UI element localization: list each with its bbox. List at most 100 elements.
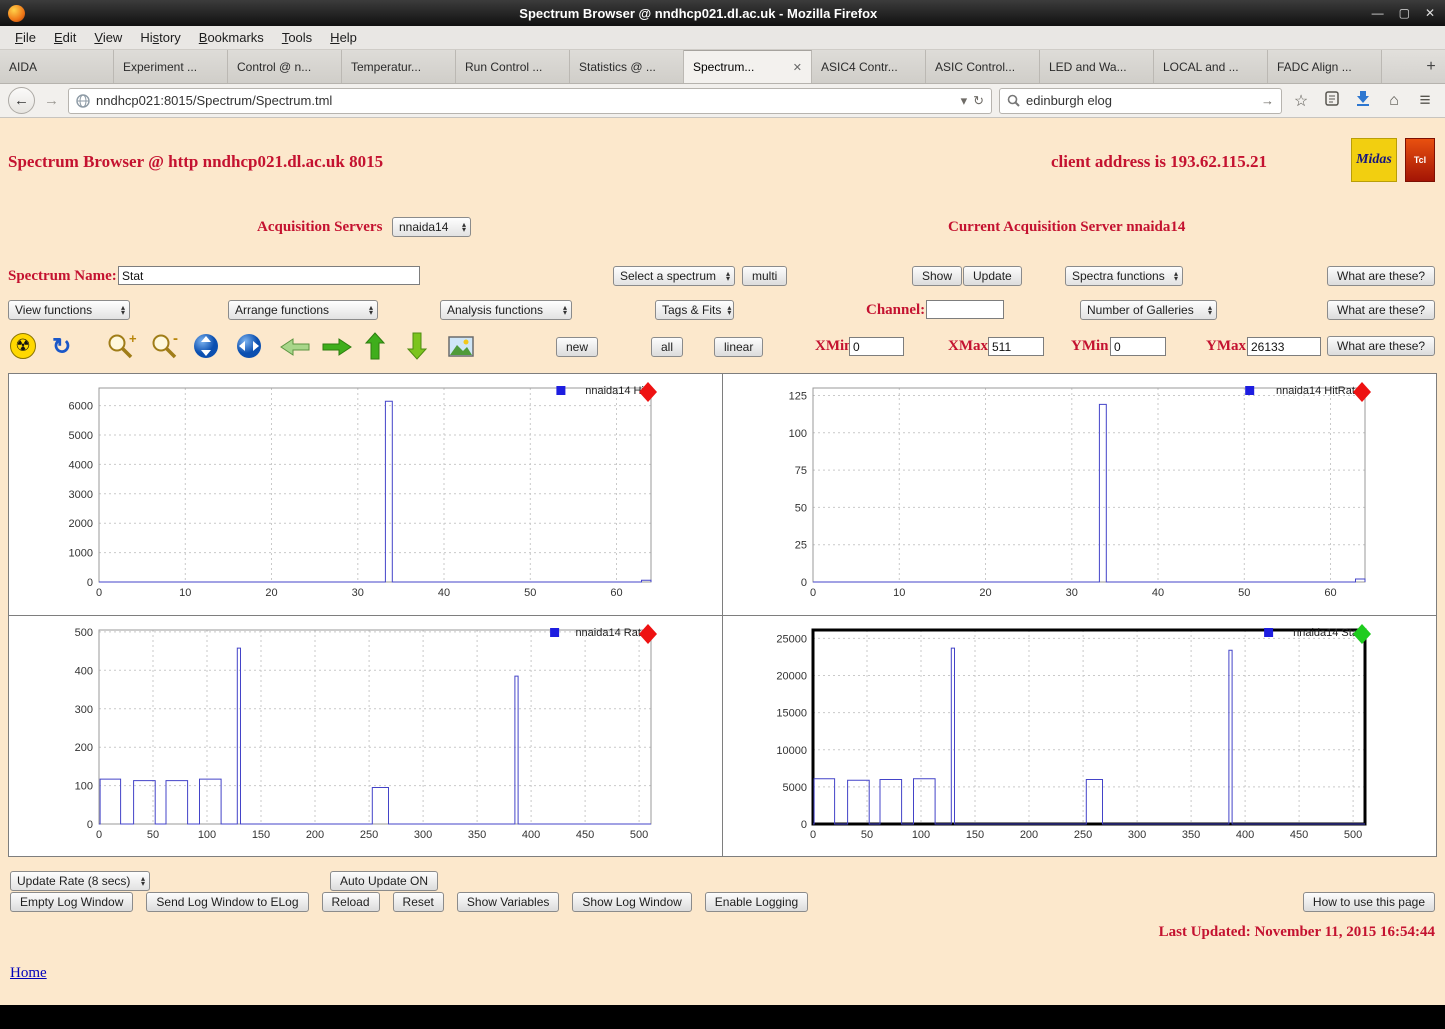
menu-edit[interactable]: Edit	[45, 27, 85, 48]
search-bar[interactable]: →	[999, 87, 1282, 114]
menu-file[interactable]: File	[6, 27, 45, 48]
spectrum-plot-hit[interactable]: 0 1000 2000 3000 4000 5000 6000 0 10 20 30 40 50 60 nn…	[11, 376, 661, 610]
tab-control-n[interactable]: Control @ n...	[228, 50, 342, 83]
what-are-these-button-2[interactable]: What are these?	[1327, 300, 1436, 320]
show-variables-button[interactable]: Show Variables	[456, 892, 560, 912]
unzoom-x-icon[interactable]	[236, 333, 262, 359]
tab-spectrum[interactable]: Spectrum... ✕	[684, 50, 812, 83]
empty-log-window-button[interactable]: Empty Log Window	[10, 892, 134, 912]
spectra-functions-select[interactable]: Spectra functions ▴ ▾	[1065, 266, 1183, 286]
hamburger-menu-icon[interactable]: ≡	[1413, 90, 1437, 112]
pan-up-icon[interactable]	[364, 331, 386, 361]
view-functions-value: View functions	[15, 303, 93, 317]
arrange-functions-select[interactable]: Arrange functions ▴ ▾	[228, 300, 378, 320]
ymax-input[interactable]	[1247, 337, 1321, 356]
spectrum-plot-stat[interactable]: 0 5000 10000 15000 20000 25000 0 50 100 150 200 250…	[725, 618, 1375, 852]
url-bar[interactable]: ▾ ↻	[68, 87, 992, 114]
x-tick-label: 100	[198, 829, 216, 841]
auto-update-button[interactable]: Auto Update ON	[330, 871, 439, 891]
update-rate-select[interactable]: Update Rate (8 secs) ▴ ▾	[10, 871, 150, 891]
enable-logging-button[interactable]: Enable Logging	[704, 892, 809, 912]
tab-temperatur[interactable]: Temperatur...	[342, 50, 456, 83]
tab-close-icon[interactable]: ✕	[793, 61, 802, 74]
tab-label: LED and Wa...	[1049, 59, 1127, 74]
window-close-button[interactable]: ✕	[1425, 6, 1435, 20]
tab-asic4-contr[interactable]: ASIC4 Contr...	[812, 50, 926, 83]
menu-help[interactable]: Help	[321, 27, 366, 48]
radiation-icon[interactable]: ☢	[10, 333, 36, 359]
tab-local-and[interactable]: LOCAL and ...	[1154, 50, 1268, 83]
spectrum-plot-hitrate[interactable]: 0 25 50 75 100 125 0 10 20 30 40 50 60 nnaida14 HitRa…	[725, 376, 1375, 610]
select-a-spectrum-select[interactable]: Select a spectrum ▴ ▾	[613, 266, 735, 286]
spectrum-panel-stat[interactable]: 0 5000 10000 15000 20000 25000 0 50 100 150 200 250…	[723, 615, 1436, 856]
tab-led-and-wa[interactable]: LED and Wa...	[1040, 50, 1154, 83]
gallery-image-icon[interactable]	[448, 336, 474, 357]
what-are-these-button-1[interactable]: What are these?	[1327, 266, 1436, 286]
zoom-out-icon[interactable]: -	[150, 332, 182, 360]
linear-button[interactable]: linear	[714, 337, 764, 357]
analysis-functions-select[interactable]: Analysis functions ▴ ▾	[440, 300, 572, 320]
tab-statistics[interactable]: Statistics @ ...	[570, 50, 684, 83]
tab-experiment[interactable]: Experiment ...	[114, 50, 228, 83]
spectrum-plot-rate[interactable]: 0 100 200 300 400 500 0 50 100 150 200 250 300 350 400…	[11, 618, 661, 852]
url-input[interactable]	[96, 93, 955, 108]
new-tab-button[interactable]: +	[1417, 50, 1445, 83]
home-icon[interactable]: ⌂	[1382, 92, 1406, 110]
back-button[interactable]: ←	[8, 87, 35, 114]
view-functions-select[interactable]: View functions ▴ ▾	[8, 300, 130, 320]
multi-button[interactable]: multi	[742, 266, 788, 286]
acquisition-server-select[interactable]: nnaida14 ▴ ▾	[392, 217, 471, 237]
tags-fits-select[interactable]: Tags & Fits ▴ ▾	[655, 300, 734, 320]
menu-view[interactable]: View	[85, 27, 131, 48]
spectrum-trace	[813, 647, 1365, 824]
all-button[interactable]: all	[651, 337, 684, 357]
home-link[interactable]: Home	[10, 965, 47, 982]
menu-bookmarks[interactable]: Bookmarks	[190, 27, 273, 48]
new-button[interactable]: new	[556, 337, 599, 357]
zoom-in-icon[interactable]: +	[106, 332, 138, 360]
tab-asic-control[interactable]: ASIC Control...	[926, 50, 1040, 83]
tab-fadc-align[interactable]: FADC Align ...	[1268, 50, 1382, 83]
send-log-window-to-elog-button[interactable]: Send Log Window to ELog	[146, 892, 309, 912]
show-log-window-button[interactable]: Show Log Window	[572, 892, 692, 912]
number-of-galleries-select[interactable]: Number of Galleries ▴ ▾	[1080, 300, 1217, 320]
arrange-functions-value: Arrange functions	[235, 303, 330, 317]
reload-icon[interactable]: ↻	[973, 93, 984, 109]
x-tick-label: 100	[912, 829, 930, 841]
search-input[interactable]	[1026, 93, 1255, 108]
bookmarks-menu-icon[interactable]	[1320, 90, 1344, 111]
show-button[interactable]: Show	[912, 266, 963, 286]
tab-label: ASIC4 Contr...	[821, 59, 898, 74]
x-tick-label: 150	[252, 829, 270, 841]
pan-left-icon[interactable]	[279, 337, 311, 357]
menu-history[interactable]: History	[131, 27, 189, 48]
spectrum-panel-hit[interactable]: 0 1000 2000 3000 4000 5000 6000 0 10 20 30 40 50 60 nn…	[9, 374, 722, 615]
window-maximize-button[interactable]: ▢	[1399, 6, 1410, 20]
tab-run-control[interactable]: Run Control ...	[456, 50, 570, 83]
xmax-input[interactable]	[988, 337, 1044, 356]
forward-button[interactable]: →	[42, 92, 61, 109]
xmin-input[interactable]	[849, 337, 904, 356]
tab-aida[interactable]: AIDA	[0, 50, 114, 83]
bookmark-star-icon[interactable]: ☆	[1289, 91, 1313, 111]
channel-input[interactable]	[926, 300, 1004, 319]
spectrum-name-input[interactable]	[118, 266, 420, 285]
update-button[interactable]: Update	[963, 266, 1022, 286]
what-are-these-button-3[interactable]: What are these?	[1327, 336, 1436, 356]
reset-button[interactable]: Reset	[392, 892, 444, 912]
downloads-icon[interactable]	[1351, 90, 1375, 111]
how-to-use-button[interactable]: How to use this page	[1302, 892, 1435, 912]
ymin-input[interactable]	[1110, 337, 1166, 356]
spectrum-panel-rate[interactable]: 0 100 200 300 400 500 0 50 100 150 200 250 300 350 400…	[9, 615, 722, 856]
reload-button[interactable]: Reload	[321, 892, 380, 912]
menu-tools[interactable]: Tools	[273, 27, 321, 48]
pan-down-icon[interactable]	[406, 331, 428, 361]
channel-label: Channel:	[866, 302, 926, 318]
unzoom-y-icon[interactable]	[193, 333, 219, 359]
url-dropdown-icon[interactable]: ▾	[961, 93, 968, 109]
window-minimize-button[interactable]: —	[1372, 6, 1384, 20]
pan-right-icon[interactable]	[321, 337, 353, 357]
spectrum-panel-hitrate[interactable]: 0 25 50 75 100 125 0 10 20 30 40 50 60 nnaida14 HitRa…	[723, 374, 1436, 615]
search-go-icon[interactable]: →	[1261, 93, 1274, 108]
refresh-spectra-icon[interactable]: ↻	[52, 334, 71, 358]
